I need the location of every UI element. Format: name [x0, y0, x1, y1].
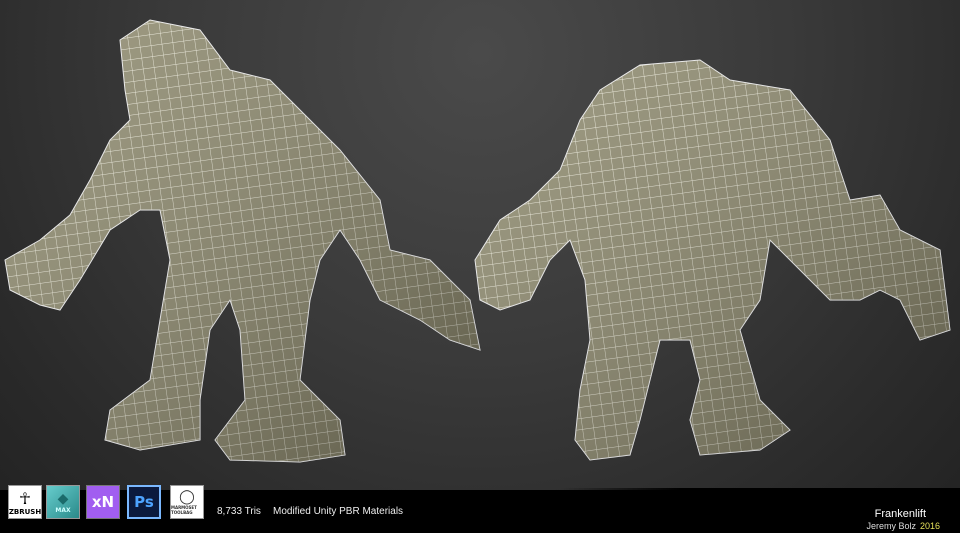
front-view-model — [4, 19, 481, 463]
max-label: MAX — [55, 506, 71, 514]
character-render-scene — [4, 19, 951, 463]
year: 2016 — [919, 521, 940, 531]
zbrush-label: ZBRUSH — [8, 507, 42, 516]
triangle-count: 8,733 Tris — [217, 506, 261, 517]
xn-label: xN — [91, 493, 115, 511]
materials-note: Modified Unity PBR Materials — [273, 506, 404, 517]
marmoset-toolbag-logo-icon: ◯ MARMOSET TOOLBAG — [170, 485, 204, 519]
artwork-title: Frankenlift — [874, 508, 926, 520]
back-view-model — [474, 59, 951, 461]
zbrush-logo-icon: ☥ ZBRUSH — [8, 485, 42, 519]
marmoset-label: MARMOSET TOOLBAG — [171, 505, 197, 515]
author-name: Jeremy Bolz — [866, 521, 916, 531]
3ds-max-logo-icon: ◆ MAX — [46, 485, 80, 519]
author-credit: Jeremy Bolz 2016 — [866, 521, 940, 531]
brush-stroke-divider — [560, 488, 960, 508]
ps-label: Ps — [134, 493, 154, 511]
photoshop-logo-icon: Ps — [127, 485, 161, 519]
xnormal-logo-icon: xN — [86, 485, 120, 519]
